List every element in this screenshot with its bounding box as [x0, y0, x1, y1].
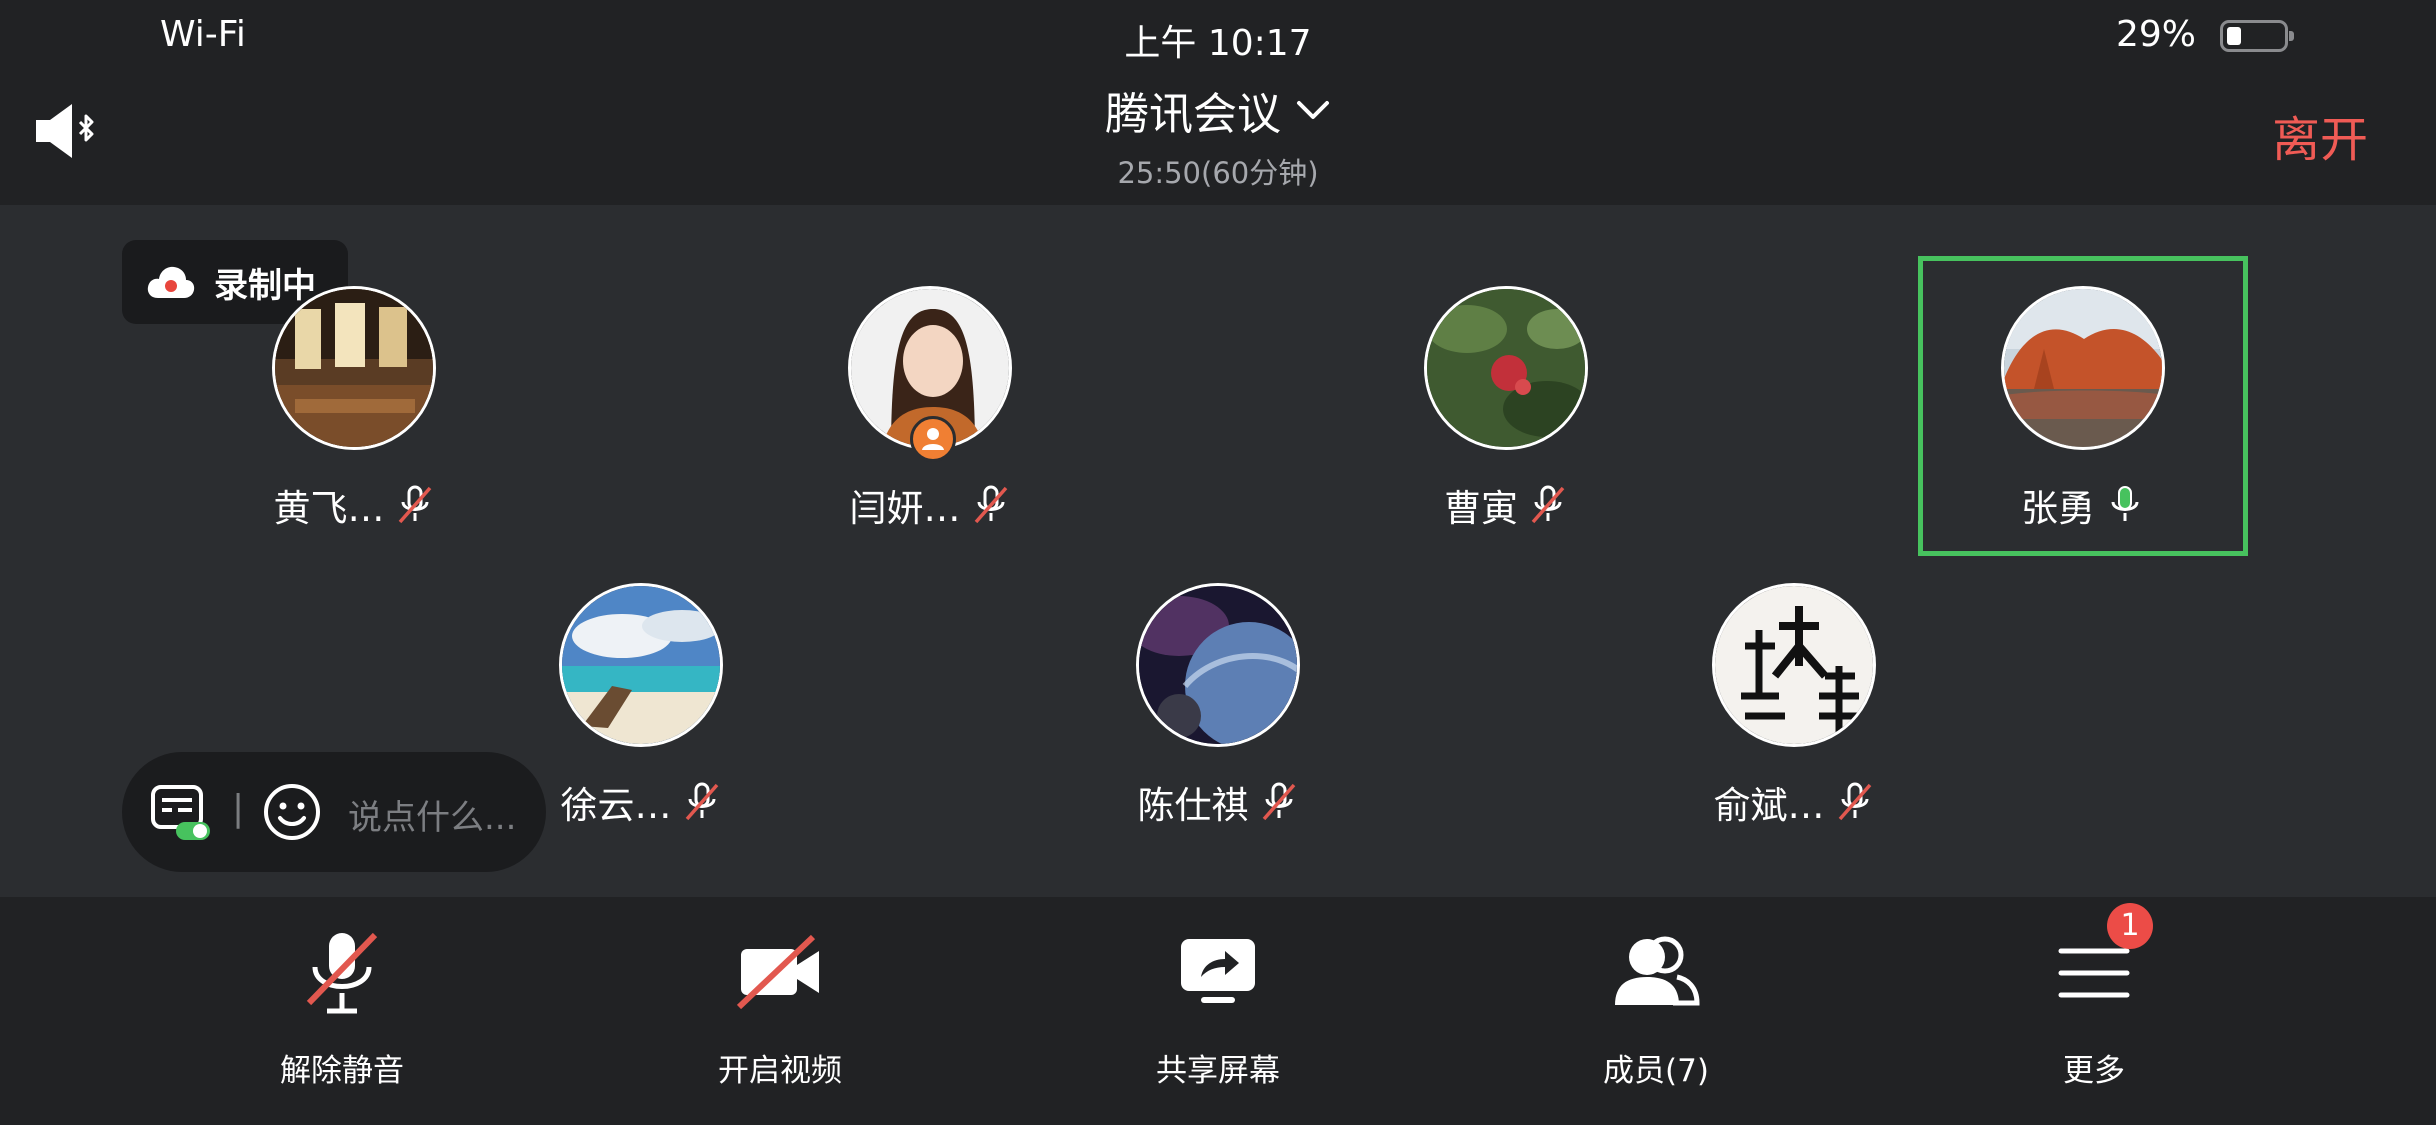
participant-tile-active-speaker[interactable]: 张勇 — [1918, 256, 2248, 556]
video-off-icon — [736, 934, 819, 1010]
members-button[interactable]: 成员(7) — [1536, 927, 1776, 1089]
participant-tile[interactable]: 俞斌… — [1629, 553, 1959, 853]
status-battery-percent: 29% — [2115, 14, 2196, 55]
participant-tile[interactable]: 黄飞… — [189, 256, 519, 556]
chevron-down-icon — [1297, 101, 1329, 119]
avatar — [1424, 286, 1588, 450]
caption-toggle-icon[interactable] — [150, 784, 212, 842]
unmute-button[interactable]: 解除静音 — [222, 927, 462, 1089]
share-screen-button[interactable]: 共享屏幕 — [1098, 927, 1338, 1089]
mic-muted-icon — [398, 485, 431, 524]
avatar — [559, 583, 723, 747]
participant-tile[interactable]: 陈仕祺 — [1053, 553, 1383, 853]
leave-button[interactable]: 离开 — [2272, 100, 2368, 170]
avatar — [1136, 583, 1300, 747]
bottom-toolbar: 解除静音 开启视频 共享屏幕 成员(7) 更多 — [0, 897, 2436, 1125]
status-time: 上午 10:17 — [1124, 23, 1312, 64]
meeting-title: 腾讯会议 — [1105, 89, 1281, 140]
share-screen-icon — [1181, 939, 1255, 1003]
share-screen-label: 共享屏幕 — [1156, 1053, 1280, 1089]
chat-divider: | — [232, 788, 245, 829]
participant-name: 陈仕祺 — [1137, 784, 1249, 827]
status-wifi: Wi-Fi — [160, 14, 246, 55]
participant-name: 徐云… — [560, 784, 672, 827]
members-label: 成员(7) — [1603, 1053, 1709, 1089]
meeting-duration: 25:50(60分钟) — [1117, 156, 1319, 190]
emoji-icon[interactable] — [262, 782, 322, 842]
participant-name: 曹寅 — [1444, 487, 1518, 530]
mic-muted-icon — [1262, 782, 1295, 821]
avatar — [2001, 286, 2165, 450]
participant-tile[interactable]: 曹寅 — [1341, 256, 1671, 556]
members-icon — [1615, 936, 1700, 1006]
mic-speaking-icon — [2111, 486, 2139, 521]
mic-muted-icon — [685, 782, 718, 821]
mic-muted-icon — [974, 485, 1007, 524]
notification-badge: 1 — [2107, 903, 2153, 949]
participant-name: 闫妍… — [849, 487, 961, 530]
avatar — [272, 286, 436, 450]
participant-name: 张勇 — [2021, 487, 2095, 530]
top-bar: Wi-Fi 上午 10:17 29% 腾讯会议 25:50(60分钟) 离开 — [0, 0, 2436, 205]
participant-name: 俞斌… — [1713, 784, 1825, 827]
host-icon — [910, 416, 956, 462]
mic-muted-icon — [1838, 782, 1871, 821]
chat-input-placeholder[interactable]: 说点什么... — [348, 790, 516, 839]
start-video-label: 开启视频 — [718, 1053, 842, 1089]
avatar — [1712, 583, 1876, 747]
participant-tile[interactable]: 闫妍… — [765, 256, 1095, 556]
more-button[interactable]: 更多 — [1974, 927, 2214, 1089]
unmute-label: 解除静音 — [280, 1053, 404, 1089]
mic-off-icon — [306, 932, 378, 1014]
mic-muted-icon — [1531, 485, 1565, 524]
more-label: 更多 — [2063, 1053, 2125, 1089]
battery-icon — [2220, 20, 2294, 52]
participant-name: 黄飞… — [273, 487, 385, 530]
start-video-button[interactable]: 开启视频 — [660, 927, 900, 1089]
chat-input-bar: | 说点什么... — [122, 752, 546, 872]
meeting-title-button[interactable]: 腾讯会议 — [1105, 78, 1331, 142]
